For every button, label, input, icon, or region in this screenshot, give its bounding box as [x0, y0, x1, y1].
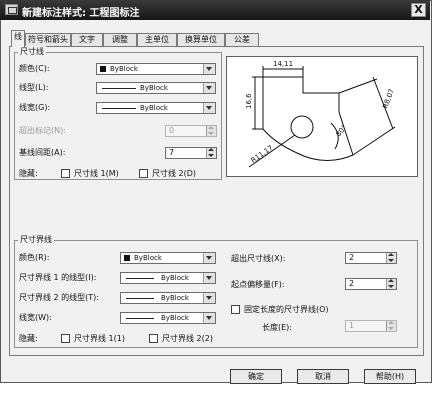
tab-primary-units[interactable]: 主单位 — [137, 33, 177, 46]
linetype-sample — [102, 88, 136, 89]
linetype-sample — [126, 278, 154, 279]
ext-color-label: 颜色(R): — [19, 253, 50, 262]
preview-dim-left: 16,6 — [245, 93, 253, 109]
dim-lines-title: 尺寸线 — [18, 46, 46, 57]
ext-offset-value: 2 — [349, 279, 355, 288]
dim-suppress2-checkbox[interactable] — [139, 169, 148, 178]
dim-extend-value: 0 — [169, 126, 175, 135]
linetype-sample — [126, 298, 154, 299]
dropdown-arrow-icon[interactable] — [203, 293, 215, 303]
lineweight-sample — [102, 108, 136, 109]
spinner-buttons[interactable] — [206, 148, 216, 158]
fixed-length-label: 固定长度的尺寸界线(O) — [244, 305, 329, 314]
ext-linetype2-select[interactable]: ByBlock — [120, 292, 216, 304]
dim-suppress-label: 隐藏: — [19, 169, 38, 178]
dim-color-select[interactable]: ByBlock — [96, 63, 216, 75]
dim-linetype-select[interactable]: ByBlock — [96, 82, 216, 94]
spinner-buttons[interactable] — [386, 253, 396, 263]
ext-linetype1-value: ByBlock — [161, 274, 189, 282]
dim-suppress1-checkbox[interactable] — [61, 169, 70, 178]
dim-baseline-value: 7 — [169, 148, 175, 157]
ext-offset-spinner[interactable]: 2 — [345, 278, 397, 290]
lineweight-sample — [126, 318, 154, 319]
ext-linetype1-select[interactable]: ByBlock — [120, 272, 216, 284]
close-button[interactable]: X — [411, 3, 426, 17]
ext-lineweight-label: 线宽(W): — [19, 313, 52, 322]
dropdown-arrow-icon[interactable] — [203, 253, 215, 263]
color-swatch — [100, 66, 106, 72]
dim-extend-label: 超出标记(N): — [19, 126, 66, 135]
preview-dim-radius: R11,17 — [250, 144, 275, 165]
preview-dim-top: 14,11 — [273, 60, 293, 68]
ext-length-value: 1 — [349, 321, 355, 330]
preview-pane: 14,11 16,6 R8,07 80° R11,17 — [226, 56, 418, 177]
dim-baseline-label: 基线间距(A): — [19, 148, 66, 157]
ext-offset-label: 起点偏移量(F): — [231, 280, 285, 289]
ok-button[interactable]: 确定 — [230, 369, 282, 384]
ext-lines-title: 尺寸界线 — [18, 234, 54, 245]
dim-lineweight-label: 线宽(G): — [19, 103, 51, 112]
preview-ext-line — [338, 78, 378, 94]
ext-suppress1-label: 尺寸界线 1(1) — [74, 334, 125, 343]
dim-baseline-spinner[interactable]: 7 — [165, 147, 217, 159]
spinner-buttons[interactable] — [386, 279, 396, 289]
tab-text[interactable]: 文字 — [71, 33, 103, 46]
ext-color-select[interactable]: ByBlock — [120, 252, 216, 264]
ext-suppress1-checkbox[interactable] — [61, 334, 70, 343]
ext-linetype2-label: 尺寸界线 2 的线型(T): — [19, 293, 99, 302]
dim-color-value: ByBlock — [110, 65, 138, 73]
title-bar[interactable]: 新建标注样式: 工程图标注 X — [0, 0, 430, 20]
help-button[interactable]: 帮助(H) — [364, 369, 416, 384]
spinner-buttons[interactable] — [206, 126, 216, 136]
dim-extend-spinner[interactable]: 0 — [165, 125, 217, 137]
dim-suppress2-label: 尺寸线 2(D) — [152, 169, 197, 178]
dropdown-arrow-icon[interactable] — [203, 83, 215, 93]
dropdown-arrow-icon[interactable] — [203, 273, 215, 283]
preview-ext-line — [352, 126, 396, 156]
ext-color-value: ByBlock — [134, 254, 162, 262]
ext-linetype1-label: 尺寸界线 1 的线型(I): — [19, 273, 97, 282]
preview-drawing: 14,11 16,6 R8,07 80° R11,17 — [245, 60, 396, 168]
spinner-buttons[interactable] — [386, 321, 396, 331]
dim-lineweight-value: ByBlock — [140, 104, 168, 112]
tab-symbols-arrows[interactable]: 符号和箭头 — [25, 33, 71, 46]
dropdown-arrow-icon[interactable] — [203, 313, 215, 323]
dim-color-label: 颜色(C): — [19, 64, 50, 73]
ext-length-label: 长度(E): — [262, 323, 292, 332]
tab-fit[interactable]: 调整 — [103, 33, 137, 46]
tab-alternate-units[interactable]: 换算单位 — [177, 33, 225, 46]
dim-lineweight-select[interactable]: ByBlock — [96, 102, 216, 114]
preview-hole — [290, 115, 314, 139]
fixed-length-checkbox[interactable] — [231, 305, 240, 314]
dim-linetype-value: ByBlock — [140, 84, 168, 92]
ext-suppress2-label: 尺寸界线 2(2) — [162, 334, 213, 343]
dim-linetype-label: 线型(L): — [19, 83, 49, 92]
ext-length-spinner[interactable]: 1 — [345, 320, 397, 332]
cancel-button[interactable]: 取消 — [297, 369, 349, 384]
dropdown-arrow-icon[interactable] — [203, 103, 215, 113]
window-title: 新建标注样式: 工程图标注 — [22, 8, 140, 19]
ext-suppress-label: 隐藏: — [19, 334, 38, 343]
dropdown-arrow-icon[interactable] — [203, 64, 215, 74]
tab-lines[interactable]: 线 — [11, 30, 25, 47]
ext-suppress2-checkbox[interactable] — [149, 334, 158, 343]
ext-lineweight-select[interactable]: ByBlock — [120, 312, 216, 324]
tab-tolerances[interactable]: 公差 — [225, 33, 259, 46]
ext-extend-label: 超出尺寸线(X): — [231, 254, 286, 263]
ext-extend-spinner[interactable]: 2 — [345, 252, 397, 264]
ext-extend-value: 2 — [349, 253, 355, 262]
color-swatch — [124, 255, 130, 261]
app-icon — [5, 4, 18, 15]
ext-lineweight-value: ByBlock — [161, 314, 189, 322]
dim-suppress1-label: 尺寸线 1(M) — [74, 169, 119, 178]
ext-linetype2-value: ByBlock — [161, 294, 189, 302]
preview-dim-right: R8,07 — [381, 88, 396, 110]
